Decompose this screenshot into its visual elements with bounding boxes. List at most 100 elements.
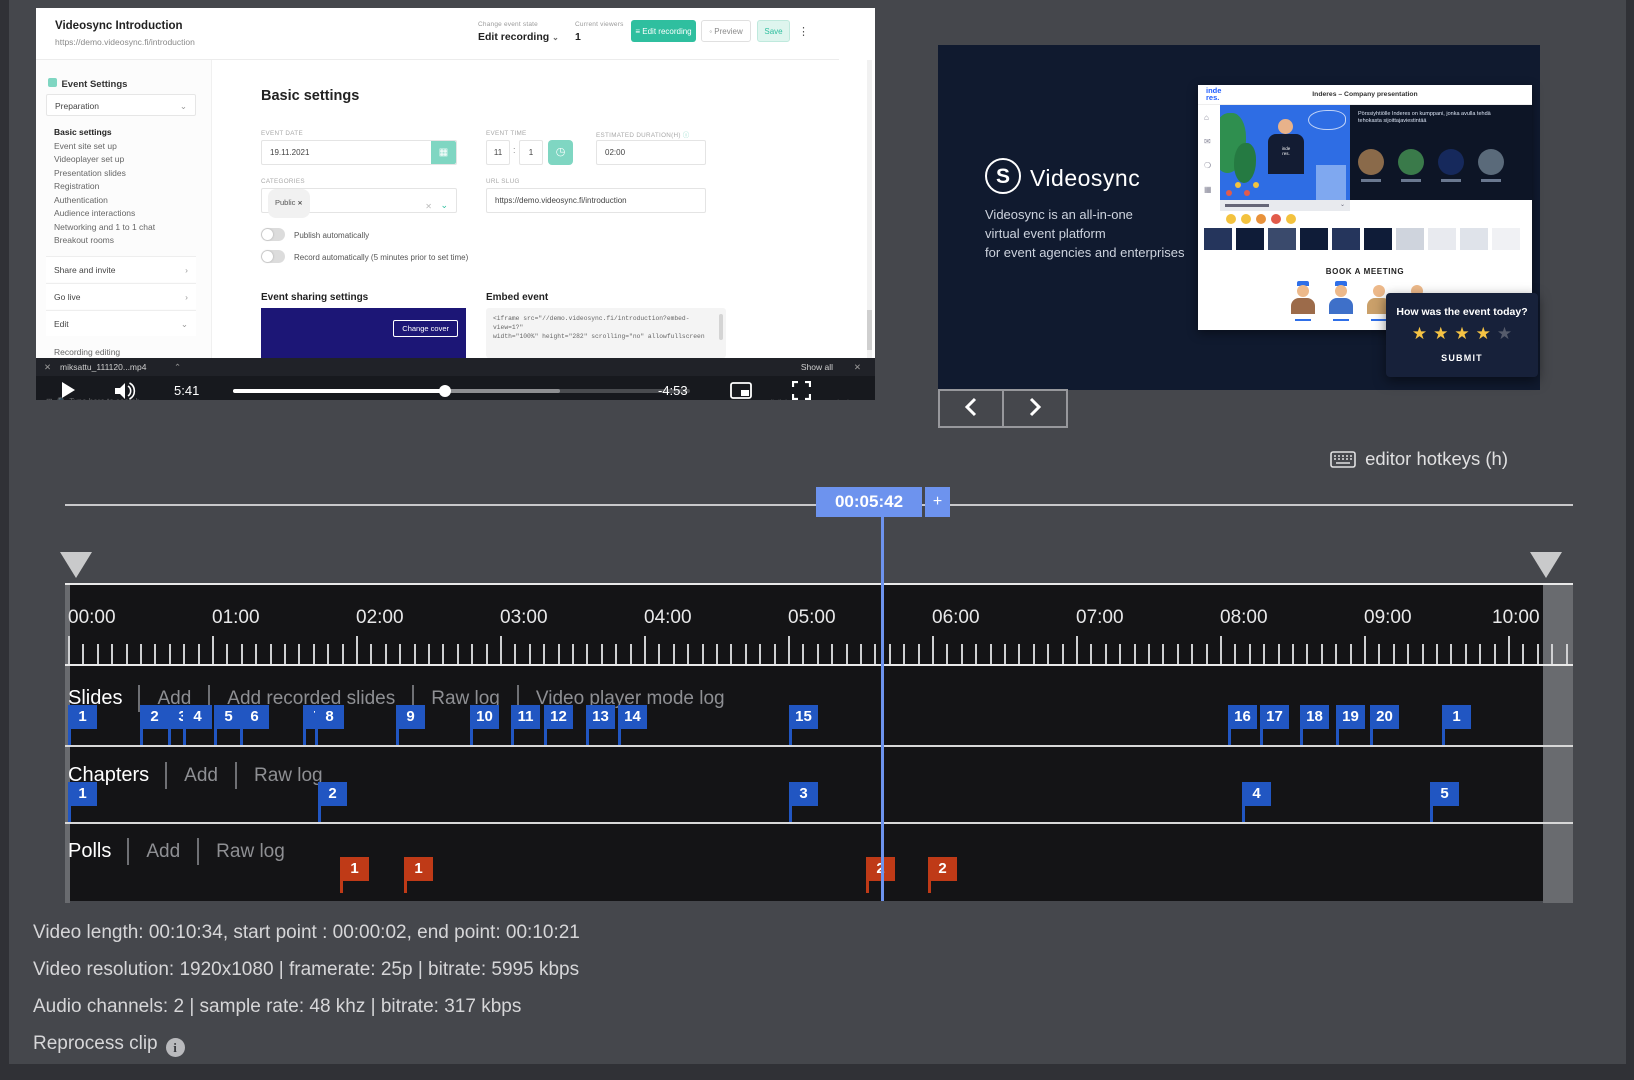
slide-marker-8[interactable]: 8 <box>315 705 344 729</box>
reprocess-clip-button[interactable]: Reprocess clipi <box>33 1033 185 1057</box>
save-button[interactable]: Save <box>757 20 790 42</box>
slide-marker-1[interactable]: 1 <box>68 705 97 729</box>
chapter-marker-3[interactable]: 3 <box>789 782 818 806</box>
slide-marker-10[interactable]: 10 <box>470 705 499 729</box>
topic-thumbnail[interactable] <box>1438 149 1464 175</box>
emoji-reaction[interactable] <box>1286 214 1296 224</box>
timestamp-value[interactable]: 00:05:42 <box>816 487 922 517</box>
change-cover-button[interactable]: Change cover <box>393 320 458 337</box>
chapter-marker-5[interactable]: 5 <box>1430 782 1459 806</box>
chapter-marker-4[interactable]: 4 <box>1242 782 1271 806</box>
slide-marker-15[interactable]: 15 <box>789 705 818 729</box>
playhead-line[interactable] <box>881 517 884 901</box>
embed-code[interactable]: <iframe src="//demo.videosync.fi/introdu… <box>486 308 726 358</box>
sidebar-item-event-site-set-up[interactable]: Event site set up <box>54 140 117 153</box>
track-action-raw-log[interactable]: Raw log <box>197 838 302 865</box>
star-2[interactable]: ★ <box>1430 324 1451 343</box>
topic-thumbnail[interactable] <box>1398 149 1424 175</box>
pip-icon[interactable] <box>730 382 752 399</box>
publish-toggle[interactable] <box>261 228 285 241</box>
sidebar-section-go-live[interactable]: Go live› <box>46 283 196 309</box>
poll-marker-2[interactable]: 2 <box>928 857 957 881</box>
filmstrip-thumbnail[interactable] <box>1204 228 1232 250</box>
trim-start-handle[interactable] <box>60 552 92 578</box>
slide-marker-17[interactable]: 17 <box>1260 705 1289 729</box>
chevron-down-icon[interactable]: ⌄ <box>440 194 448 217</box>
filmstrip-thumbnail[interactable] <box>1364 228 1392 250</box>
filmstrip-thumbnail[interactable] <box>1332 228 1360 250</box>
video-player[interactable]: Videosync Introduction https://demo.vide… <box>36 8 875 400</box>
topic-thumbnail[interactable] <box>1478 149 1504 175</box>
sidebar-item-videoplayer-set-up[interactable]: Videoplayer set up <box>54 153 124 166</box>
slide-marker-19[interactable]: 19 <box>1336 705 1365 729</box>
star-1[interactable]: ★ <box>1409 324 1430 343</box>
track-action-add[interactable]: Add <box>165 762 235 789</box>
chapter-marker-1[interactable]: 1 <box>68 782 97 806</box>
download-close-icon[interactable]: ✕ <box>44 362 51 373</box>
filmstrip-thumbnail[interactable] <box>1268 228 1296 250</box>
sidebar-section-share-and-invite[interactable]: Share and invite› <box>46 256 196 282</box>
slide-marker-16[interactable]: 16 <box>1228 705 1257 729</box>
slide-marker-5[interactable]: 5 <box>214 705 243 729</box>
page-scrollbar[interactable] <box>867 60 872 358</box>
slide-marker-13[interactable]: 13 <box>586 705 615 729</box>
info-icon[interactable]: i <box>166 1038 185 1057</box>
slide-marker-12[interactable]: 12 <box>544 705 573 729</box>
edit-recording-button[interactable]: ≡ Edit recording <box>631 20 696 42</box>
sidebar-item-authentication[interactable]: Authentication <box>54 194 108 207</box>
participation-bar[interactable]: ⌄ <box>1220 200 1350 211</box>
kebab-menu[interactable]: ⋮ <box>798 25 809 38</box>
slide-marker-4[interactable]: 4 <box>183 705 212 729</box>
event-date-field[interactable]: 19.11.2021 ▦ <box>261 140 457 165</box>
change-state-dropdown[interactable]: Edit recording ⌄ <box>478 31 559 43</box>
event-time-minutes[interactable]: 1 <box>519 140 543 165</box>
track-action-raw-log[interactable]: Raw log <box>412 685 517 712</box>
sidebar-item-registration[interactable]: Registration <box>54 180 99 193</box>
clear-icon[interactable]: ✕ <box>425 195 432 218</box>
filmstrip-thumbnail[interactable] <box>1396 228 1424 250</box>
preview-button[interactable]: ◦ Preview <box>701 20 751 42</box>
filmstrip-thumbnail[interactable] <box>1300 228 1328 250</box>
embed-scrollbar[interactable] <box>719 314 723 340</box>
topic-thumbnail[interactable] <box>1358 149 1384 175</box>
chapter-marker-2[interactable]: 2 <box>318 782 347 806</box>
poll-marker-1[interactable]: 1 <box>340 857 369 881</box>
editor-hotkeys-button[interactable]: editor hotkeys (h) <box>1330 448 1508 470</box>
progress-handle[interactable] <box>439 385 451 397</box>
filmstrip-thumbnail[interactable] <box>1460 228 1488 250</box>
sidebar-item-breakout-rooms[interactable]: Breakout rooms <box>54 234 114 247</box>
slide-marker-2[interactable]: 2 <box>140 705 169 729</box>
download-filename[interactable]: miksattu_111120...mp4 <box>60 362 146 372</box>
categories-field[interactable]: Public ✕ ✕ ⌄ <box>261 188 457 213</box>
slide-marker-18[interactable]: 18 <box>1300 705 1329 729</box>
slide-marker-14[interactable]: 14 <box>618 705 647 729</box>
downloads-close-icon[interactable]: ✕ <box>854 362 861 373</box>
rating-submit-button[interactable]: SUBMIT <box>1386 353 1538 363</box>
sidebar-item-recording-editing[interactable]: Recording editing <box>54 346 120 358</box>
star-4[interactable]: ★ <box>1473 324 1494 343</box>
slide-marker-11[interactable]: 11 <box>511 705 540 729</box>
add-marker-button[interactable]: + <box>925 487 950 517</box>
sidebar-item-presentation-slides[interactable]: Presentation slides <box>54 167 126 180</box>
poll-marker-1[interactable]: 1 <box>404 857 433 881</box>
emoji-reaction[interactable] <box>1226 214 1236 224</box>
filmstrip-thumbnail[interactable] <box>1428 228 1456 250</box>
filmstrip-thumbnail[interactable] <box>1236 228 1264 250</box>
star-3[interactable]: ★ <box>1451 324 1472 343</box>
record-toggle[interactable] <box>261 250 285 263</box>
event-time-hours[interactable]: 11 <box>486 140 510 165</box>
filmstrip-thumbnail[interactable] <box>1492 228 1520 250</box>
play-button[interactable] <box>62 382 75 398</box>
emoji-reaction[interactable] <box>1271 214 1281 224</box>
prev-slide-button[interactable] <box>938 389 1004 428</box>
category-chip[interactable]: Public ✕ <box>268 189 310 218</box>
calendar-icon[interactable]: ▦ <box>431 141 456 164</box>
emoji-reaction[interactable] <box>1256 214 1266 224</box>
sidebar-section-edit[interactable]: Edit⌄ <box>46 310 196 336</box>
trim-end-handle[interactable] <box>1530 552 1562 578</box>
star-5[interactable]: ★ <box>1494 324 1515 343</box>
url-slug-field[interactable]: https://demo.videosync.fi/introduction <box>486 188 706 213</box>
next-slide-button[interactable] <box>1002 389 1068 428</box>
clock-icon[interactable]: ◷ <box>548 140 573 165</box>
preparation-dropdown[interactable]: Preparation⌄ <box>46 94 196 116</box>
